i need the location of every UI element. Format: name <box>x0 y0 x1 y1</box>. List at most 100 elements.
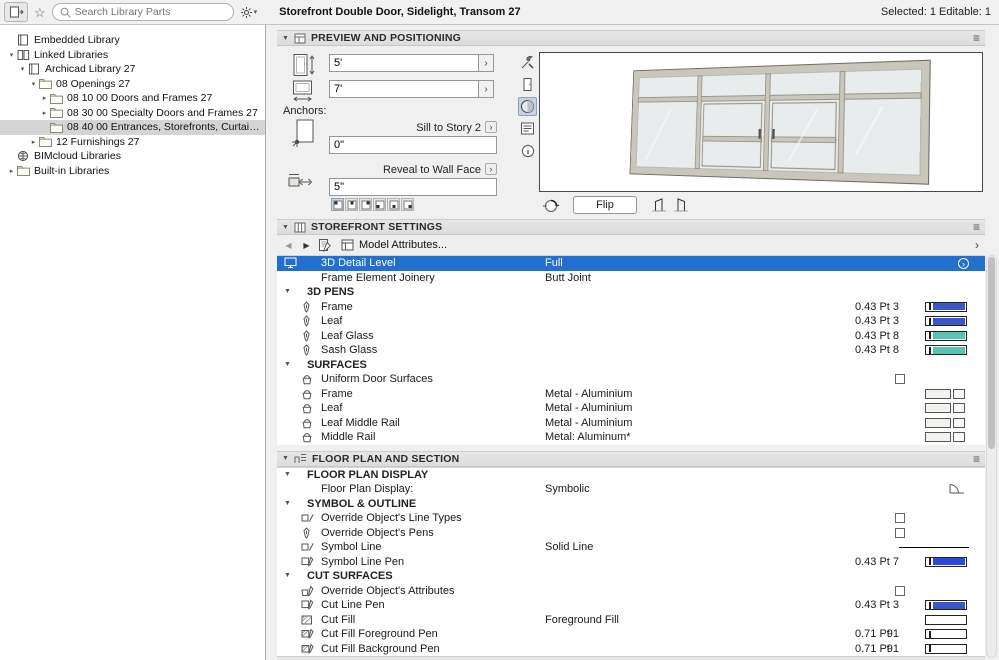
settings-row[interactable]: Symbol Line Pen 0.43 Pt 7 <box>277 554 985 569</box>
settings-row[interactable]: Floor Plan Display: Symbolic <box>277 482 985 497</box>
scrollbar-thumb[interactable] <box>988 257 995 449</box>
collapse-icon[interactable]: ▼ <box>282 224 289 231</box>
tree-item[interactable]: Embedded Library <box>0 33 265 48</box>
nav-back-button[interactable]: ◀ <box>281 238 296 253</box>
tree-expand-icon[interactable]: ▸ <box>6 167 17 175</box>
anchor-option-5-button[interactable] <box>387 198 400 211</box>
checkbox[interactable] <box>895 513 905 523</box>
tree-expand-icon[interactable]: ▾ <box>28 80 39 88</box>
anchor-option-1-button[interactable] <box>331 198 344 211</box>
anchor-option-2-button[interactable] <box>345 198 358 211</box>
settings-row[interactable]: Cut Line Pen 0.43 Pt 3 <box>277 598 985 613</box>
reveal-anchor-label[interactable]: Reveal to Wall Face <box>329 164 481 176</box>
sill-field[interactable] <box>329 136 497 154</box>
tree-item[interactable]: ▾ Linked Libraries <box>0 48 265 63</box>
settings-group-header[interactable]: ▼ SYMBOL & OUTLINE <box>277 496 985 511</box>
pen-color-swatch[interactable] <box>925 600 967 610</box>
collapse-icon[interactable]: ▼ <box>282 35 289 42</box>
rotate-dial-icon[interactable] <box>541 196 563 216</box>
library-part-view-button[interactable] <box>4 2 28 22</box>
tree-expand-icon[interactable]: ▸ <box>39 109 50 117</box>
tree-expand-icon[interactable]: ▸ <box>28 138 39 146</box>
settings-row[interactable]: Override Object's Attributes <box>277 583 985 598</box>
anchor-option-6-button[interactable] <box>401 198 414 211</box>
settings-row[interactable]: 3D Detail Level Full › <box>277 256 985 271</box>
settings-row[interactable]: Cut Fill Foreground Fill <box>277 612 985 627</box>
sill-anchor-label[interactable]: Sill to Story 2 <box>329 122 481 134</box>
settings-row[interactable]: Leaf 0.43 Pt 3 <box>277 314 985 329</box>
tab-scroll-right-icon[interactable]: › <box>975 238 981 252</box>
settings-row[interactable]: Frame Metal - Aluminium <box>277 386 985 401</box>
surface-swatch[interactable] <box>925 388 965 399</box>
tree-item[interactable]: ▾ 08 Openings 27 <box>0 77 265 92</box>
tree-item[interactable]: ▸ 12 Furnishings 27 <box>0 135 265 150</box>
settings-row[interactable]: Override Object's Line Types <box>277 511 985 526</box>
checkbox[interactable] <box>895 374 905 384</box>
plan-icon[interactable] <box>949 483 965 494</box>
favorites-button[interactable]: ☆ <box>32 2 48 22</box>
panel-menu-icon[interactable]: ≡ <box>973 221 980 233</box>
preview-mode-list-button[interactable] <box>518 119 537 138</box>
section-header-storefront-settings[interactable]: ▼ STOREFRONT SETTINGS ≡ <box>277 219 985 235</box>
search-input[interactable] <box>74 6 226 18</box>
surface-swatch[interactable] <box>925 403 965 413</box>
detail-chevron-icon[interactable]: › <box>958 257 969 269</box>
tree-item[interactable]: ▸ 08 30 00 Specialty Doors and Frames 27 <box>0 106 265 121</box>
sill-anchor-chevron[interactable]: › <box>485 121 497 133</box>
reveal-field[interactable] <box>329 178 497 196</box>
section-header-dimension[interactable]: ▼ DIMENSION MARKER ≡ <box>277 656 985 660</box>
collapse-icon[interactable]: ▼ <box>284 468 291 482</box>
settings-row[interactable]: Override Object's Pens <box>277 525 985 540</box>
edit-page-button[interactable] <box>317 238 332 253</box>
settings-row[interactable]: Leaf Metal - Aluminium <box>277 401 985 416</box>
pen-color-swatch[interactable] <box>925 301 967 312</box>
pen-color-swatch[interactable] <box>925 629 967 639</box>
nav-forward-button[interactable]: ▶ <box>299 238 314 253</box>
settings-row[interactable]: Leaf Glass 0.43 Pt 8 <box>277 328 985 343</box>
reveal-anchor-chevron[interactable]: › <box>485 163 497 175</box>
tree-item[interactable]: 08 40 00 Entrances, Storefronts, Curtain… <box>0 120 265 135</box>
collapse-icon[interactable]: ▼ <box>282 455 289 462</box>
pen-color-swatch[interactable] <box>925 330 967 341</box>
fill-swatch[interactable] <box>925 614 967 625</box>
section-header-preview[interactable]: ▼ PREVIEW AND POSITIONING ≡ <box>277 30 985 46</box>
settings-row[interactable]: Frame Element Joinery Butt Joint <box>277 270 985 285</box>
mirror-left-button[interactable] <box>649 196 669 214</box>
tree-item[interactable]: ▸ 08 10 00 Doors and Frames 27 <box>0 91 265 106</box>
tree-expand-icon[interactable]: ▾ <box>6 51 17 59</box>
preview-mode-elevation-button[interactable] <box>518 75 537 94</box>
surface-swatch[interactable] <box>925 432 965 442</box>
collapse-icon[interactable]: ▼ <box>284 569 291 583</box>
collapse-icon[interactable]: ▼ <box>284 497 291 511</box>
settings-row[interactable]: Middle Rail Metal: Aluminum* <box>277 430 985 445</box>
flip-button[interactable]: Flip <box>573 196 637 214</box>
pen-color-swatch[interactable] <box>925 316 967 326</box>
settings-row[interactable]: Frame 0.43 Pt 3 <box>277 299 985 314</box>
width-options-button[interactable]: › <box>479 80 494 98</box>
pen-color-swatch[interactable] <box>925 643 967 654</box>
preview-canvas[interactable] <box>539 52 983 192</box>
settings-group-header[interactable]: ▼ CUT SURFACES <box>277 569 985 584</box>
settings-row[interactable]: Uniform Door Surfaces <box>277 372 985 387</box>
settings-group-header[interactable]: ▼ SURFACES <box>277 357 985 372</box>
search-box[interactable] <box>51 3 234 21</box>
height-field[interactable] <box>329 54 479 72</box>
settings-row[interactable]: Cut Fill Background Pen 0.71 Pt 91 <box>277 641 985 656</box>
settings-group-header[interactable]: ▼ FLOOR PLAN DISPLAY <box>277 467 985 482</box>
section-header-floorplan[interactable]: ▼ FLOOR PLAN AND SECTION ≡ <box>277 450 985 467</box>
settings-row[interactable]: Cut Fill Foreground Pen 0.71 Pt 91 <box>277 627 985 642</box>
pen-color-swatch[interactable] <box>925 556 967 567</box>
tree-item[interactable]: ▸ Built-in Libraries <box>0 164 265 179</box>
pen-color-swatch[interactable] <box>925 345 967 355</box>
tree-item[interactable]: ▾ Archicad Library 27 <box>0 62 265 77</box>
settings-row[interactable]: Sash Glass 0.43 Pt 8 <box>277 343 985 358</box>
settings-row[interactable]: Leaf Middle Rail Metal - Aluminium <box>277 415 985 430</box>
anchor-option-4-button[interactable] <box>373 198 386 211</box>
settings-group-header[interactable]: ▼ 3D PENS <box>277 285 985 300</box>
panel-menu-icon[interactable]: ≡ <box>973 453 980 465</box>
settings-scrollbar[interactable] <box>986 255 997 658</box>
tree-expand-icon[interactable]: ▾ <box>17 65 28 73</box>
mirror-right-button[interactable] <box>671 196 691 214</box>
collapse-icon[interactable]: ▼ <box>284 358 291 372</box>
preview-mode-tools-button[interactable] <box>518 53 537 72</box>
